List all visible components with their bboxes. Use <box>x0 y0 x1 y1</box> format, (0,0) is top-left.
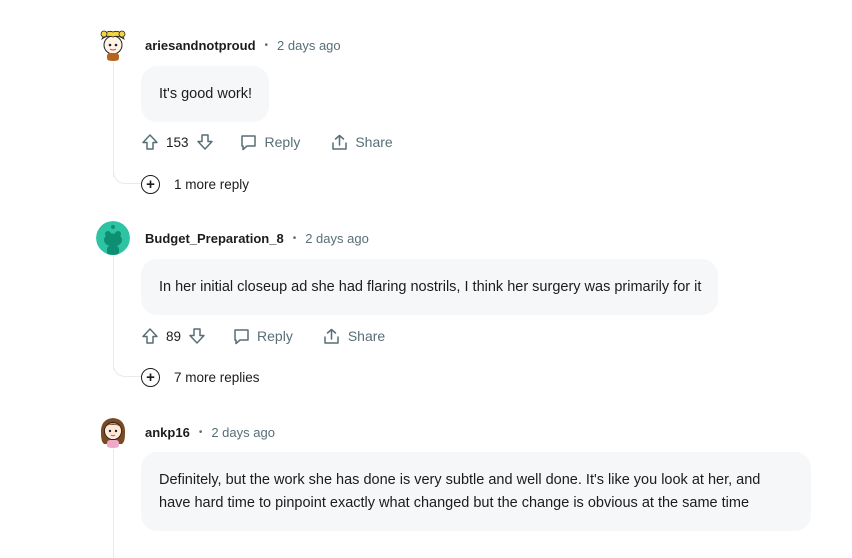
author-name[interactable]: ankp16 <box>145 425 190 441</box>
reply-label: Reply <box>264 134 301 150</box>
separator-dot: • <box>198 427 203 438</box>
comment-body: In her initial closeup ad she had flarin… <box>141 259 719 315</box>
downvote-icon[interactable] <box>187 326 207 346</box>
more-replies-button[interactable]: + 1 more reply <box>141 174 249 194</box>
comment-body: It's good work! <box>141 66 270 122</box>
author-name[interactable]: Budget_Preparation_8 <box>145 231 284 247</box>
user-avatar[interactable] <box>96 414 130 448</box>
thread-line <box>113 62 114 177</box>
more-replies-label: 7 more replies <box>174 369 260 385</box>
share-label: Share <box>347 328 386 344</box>
thread-line-elbow <box>113 170 143 184</box>
upvote-icon[interactable] <box>140 132 160 152</box>
comment-text: It's good work! <box>159 86 253 102</box>
share-button[interactable]: Share <box>322 326 385 346</box>
separator-dot: • <box>264 40 269 51</box>
more-replies-label: 1 more reply <box>174 176 250 192</box>
share-button[interactable]: Share <box>329 132 393 152</box>
snoo-avatar-icon <box>96 414 130 448</box>
thread-line[interactable] <box>113 449 114 558</box>
thread-line-elbow <box>113 363 143 377</box>
author-name[interactable]: ariesandnotproud <box>145 38 256 54</box>
share-label: Share <box>355 134 393 150</box>
comment-bubble-icon <box>239 132 259 152</box>
separator-dot: • <box>292 233 297 244</box>
reply-button[interactable]: Reply <box>231 326 293 346</box>
default-snoo-avatar-icon <box>96 221 130 255</box>
comment-meta: ariesandnotproud • 2 days ago <box>145 38 341 54</box>
reply-button[interactable]: Reply <box>239 132 301 152</box>
share-icon <box>329 132 349 152</box>
comment-timestamp[interactable]: 2 days ago <box>305 231 369 247</box>
snoo-avatar-icon <box>96 27 130 61</box>
thread-line <box>113 256 114 370</box>
comment-meta: Budget_Preparation_8 • 2 days ago <box>145 231 369 247</box>
vote-count: 153 <box>166 134 189 150</box>
share-icon <box>322 326 342 346</box>
comment-timestamp[interactable]: 2 days ago <box>277 38 341 54</box>
comment-bubble-icon <box>231 326 251 346</box>
user-avatar[interactable] <box>96 27 130 61</box>
upvote-icon[interactable] <box>140 326 160 346</box>
comment-text: In her initial closeup ad she had flarin… <box>159 279 702 295</box>
plus-circle-icon: + <box>141 367 160 387</box>
comment-meta: ankp16 • 2 days ago <box>145 425 275 441</box>
plus-circle-icon: + <box>141 174 160 194</box>
comment-actions: 153 Reply Share <box>140 132 393 152</box>
downvote-icon[interactable] <box>195 132 215 152</box>
vote-control: 89 <box>140 326 207 346</box>
comment-timestamp[interactable]: 2 days ago <box>211 425 275 441</box>
comment-thread: ariesandnotproud • 2 days ago It's good … <box>0 0 852 558</box>
comment-actions: 89 Reply Share <box>140 326 385 346</box>
vote-control: 153 <box>140 132 215 152</box>
user-avatar[interactable] <box>96 221 130 255</box>
reply-label: Reply <box>257 328 293 344</box>
comment-text: Definitely, but the work she has done is… <box>159 472 761 511</box>
more-replies-button[interactable]: + 7 more replies <box>141 367 260 387</box>
vote-count: 89 <box>166 328 182 344</box>
comment-body: Definitely, but the work she has done is… <box>141 452 811 531</box>
